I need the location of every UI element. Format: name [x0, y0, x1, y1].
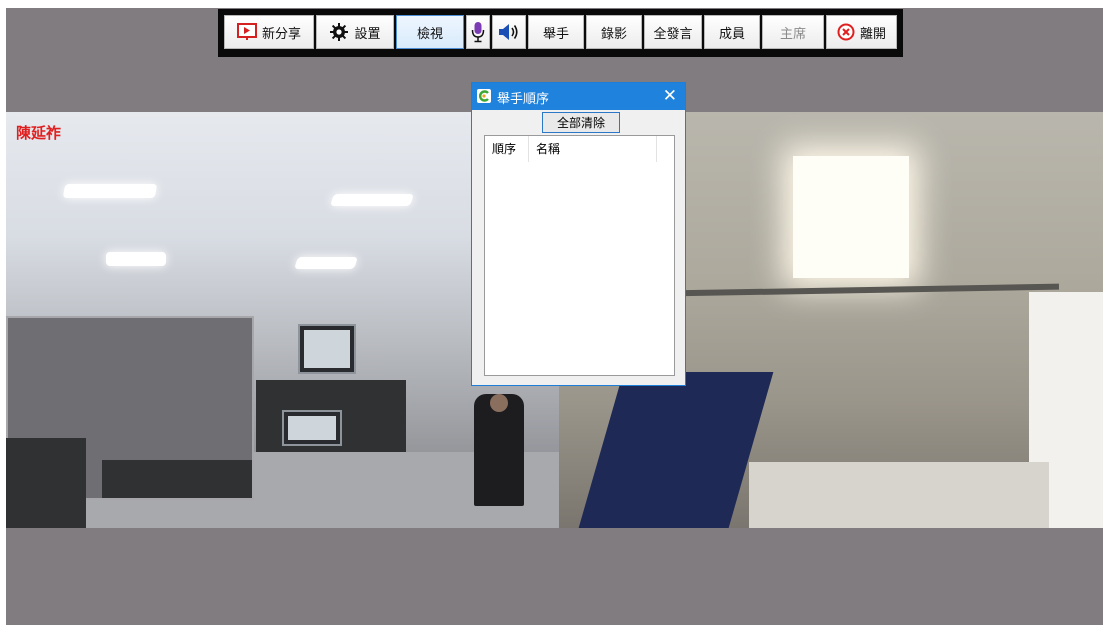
raise-hand-label: 舉手	[542, 26, 569, 42]
clear-all-button[interactable]: 全部清除	[542, 112, 620, 133]
new-share-button[interactable]: 新分享	[224, 15, 314, 49]
close-icon[interactable]: ✕	[663, 85, 677, 107]
members-label: 成員	[718, 26, 745, 42]
microphone-button[interactable]	[466, 15, 490, 49]
raise-hand-button[interactable]: 舉手	[528, 15, 584, 49]
office-cabinet	[102, 460, 252, 498]
speaker-button[interactable]	[492, 15, 526, 49]
raise-hand-list[interactable]: 順序 名稱	[484, 135, 675, 376]
ceiling-light	[330, 194, 414, 206]
person-head	[490, 394, 508, 412]
dialog-title: 舉手順序	[497, 92, 550, 107]
microphone-icon	[471, 21, 485, 43]
presentation-share-icon	[236, 23, 257, 41]
chairman-button[interactable]: 主席	[762, 15, 824, 49]
speaker-icon	[498, 23, 520, 41]
record-button[interactable]: 錄影	[586, 15, 642, 49]
record-label: 錄影	[600, 26, 627, 42]
view-label: 檢視	[416, 26, 443, 42]
monitor-screen	[574, 372, 774, 528]
settings-label: 設置	[354, 26, 381, 42]
window-light	[793, 156, 909, 278]
chairman-label: 主席	[779, 26, 806, 42]
leave-circle-x-icon	[837, 23, 855, 41]
meeting-toolbar: 新分享 設置 檢視 舉手 錄影 全發言 成員 主席 離開	[218, 9, 903, 57]
office-monitor	[282, 410, 342, 446]
gear-icon	[329, 22, 349, 42]
column-header-name[interactable]: 名稱	[529, 136, 657, 162]
view-button[interactable]: 檢視	[396, 15, 464, 49]
column-header-order[interactable]: 順序	[485, 136, 529, 162]
all-speak-button[interactable]: 全發言	[644, 15, 702, 49]
ceiling-light	[106, 252, 166, 266]
leave-button[interactable]: 離開	[826, 15, 897, 49]
leave-label: 離開	[859, 26, 886, 42]
settings-button[interactable]: 設置	[316, 15, 394, 49]
app-logo-icon	[477, 89, 491, 103]
new-share-label: 新分享	[261, 26, 301, 42]
office-monitor	[298, 324, 356, 374]
members-button[interactable]: 成員	[704, 15, 760, 49]
ceiling-light	[62, 184, 158, 198]
office-printer	[6, 438, 86, 528]
participant-name-label: 陳延祚	[16, 124, 62, 142]
dialog-titlebar[interactable]: 舉手順序 ✕	[472, 83, 685, 110]
all-speak-label: 全發言	[653, 26, 693, 42]
raise-hand-order-dialog: 舉手順序 ✕ 全部清除 順序 名稱	[471, 82, 686, 386]
ceiling-light	[294, 257, 358, 269]
table-surface	[749, 462, 1049, 528]
